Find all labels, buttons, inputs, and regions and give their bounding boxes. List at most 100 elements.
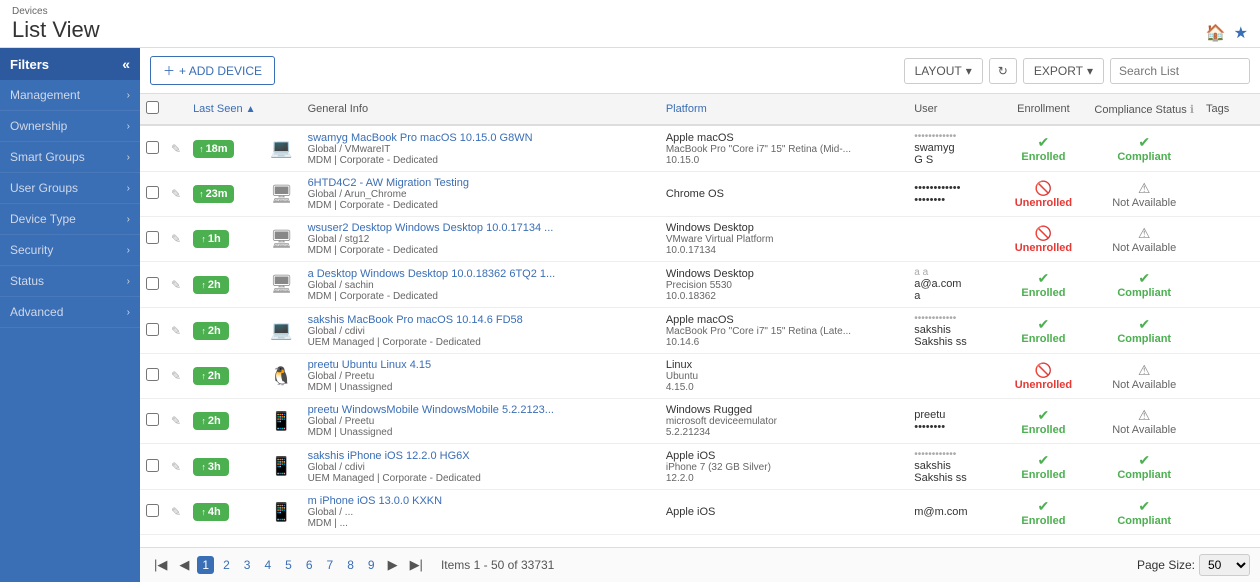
chevron-right-icon: ›: [127, 152, 130, 163]
col-compliance[interactable]: Compliance Status ℹ: [1088, 94, 1200, 125]
row-checkbox[interactable]: [146, 231, 159, 244]
row-checkbox[interactable]: [146, 141, 159, 154]
last-seen-cell: ↑23m: [187, 172, 262, 217]
next-page-button[interactable]: ▶: [384, 555, 402, 575]
first-page-button[interactable]: |◀: [150, 555, 171, 575]
col-enrollment[interactable]: Enrollment: [998, 94, 1088, 125]
chevron-down-icon: ▾: [966, 64, 972, 78]
row-checkbox-cell[interactable]: [140, 217, 165, 262]
page-5-button[interactable]: 5: [280, 556, 297, 574]
page-6-button[interactable]: 6: [301, 556, 318, 574]
device-name-link[interactable]: 6HTD4C2 - AW Migration Testing: [308, 177, 469, 189]
prev-page-button[interactable]: ◀: [175, 555, 193, 575]
col-tags[interactable]: Tags: [1200, 94, 1260, 125]
platform-version: 5.2.21234: [666, 427, 902, 438]
platform-cell: Apple macOS MacBook Pro "Core i7" 15" Re…: [660, 125, 908, 172]
edit-icon[interactable]: ✎: [171, 187, 181, 201]
device-name-link[interactable]: preetu Ubuntu Linux 4.15: [308, 359, 432, 371]
page-8-button[interactable]: 8: [342, 556, 359, 574]
edit-icon[interactable]: ✎: [171, 232, 181, 246]
add-device-button[interactable]: ＋ + ADD DEVICE: [150, 56, 275, 85]
sidebar-item-advanced[interactable]: Advanced ›: [0, 297, 140, 328]
sidebar-item-ownership[interactable]: Ownership ›: [0, 111, 140, 142]
row-checkbox[interactable]: [146, 277, 159, 290]
home-icon[interactable]: 🏠: [1206, 23, 1226, 43]
row-checkbox-cell[interactable]: [140, 308, 165, 354]
last-page-button[interactable]: ▶|: [406, 555, 427, 575]
device-name-link[interactable]: m iPhone iOS 13.0.0 KXKN: [308, 495, 443, 507]
device-type-icon: 💻: [268, 135, 296, 163]
star-icon[interactable]: ★: [1234, 23, 1248, 43]
sidebar-header[interactable]: Filters «: [0, 48, 140, 80]
row-checkbox[interactable]: [146, 368, 159, 381]
sidebar-item-user-groups[interactable]: User Groups ›: [0, 173, 140, 204]
row-checkbox-cell[interactable]: [140, 262, 165, 308]
search-input[interactable]: [1110, 58, 1250, 84]
device-name-link[interactable]: a Desktop Windows Desktop 10.0.18362 6TQ…: [308, 268, 556, 280]
sidebar-item-security[interactable]: Security ›: [0, 235, 140, 266]
col-user[interactable]: User: [908, 94, 998, 125]
enrollment-cell: ✔ Enrolled: [998, 308, 1088, 354]
device-type-icon: 📱: [268, 407, 296, 435]
row-checkbox[interactable]: [146, 186, 159, 199]
device-name-link[interactable]: preetu WindowsMobile WindowsMobile 5.2.2…: [308, 404, 554, 416]
edit-icon[interactable]: ✎: [171, 414, 181, 428]
row-checkbox-cell[interactable]: [140, 172, 165, 217]
device-group: Global / Arun_Chrome: [308, 189, 654, 200]
col-platform[interactable]: Platform: [660, 94, 908, 125]
page-2-button[interactable]: 2: [218, 556, 235, 574]
page-3-button[interactable]: 3: [239, 556, 256, 574]
edit-icon[interactable]: ✎: [171, 505, 181, 519]
row-checkbox-cell[interactable]: [140, 125, 165, 172]
select-all-checkbox[interactable]: [146, 101, 159, 114]
row-checkbox[interactable]: [146, 504, 159, 517]
general-info-cell: m iPhone iOS 13.0.0 KXKN Global / ... MD…: [302, 490, 660, 535]
page-4-button[interactable]: 4: [259, 556, 276, 574]
device-name-link[interactable]: sakshis MacBook Pro macOS 10.14.6 FD58: [308, 314, 523, 326]
layout-button[interactable]: LAYOUT ▾: [904, 58, 983, 84]
page-1-button[interactable]: 1: [197, 556, 214, 574]
row-checkbox[interactable]: [146, 413, 159, 426]
row-checkbox-cell[interactable]: [140, 399, 165, 444]
device-name-link[interactable]: wsuser2 Desktop Windows Desktop 10.0.171…: [308, 222, 554, 234]
page-7-button[interactable]: 7: [322, 556, 339, 574]
compliance-cell: ⚠ Not Available: [1088, 217, 1200, 262]
time-arrow-icon: ↑: [199, 189, 204, 199]
edit-icon[interactable]: ✎: [171, 324, 181, 338]
user-email: a a: [914, 267, 992, 278]
row-checkbox-cell[interactable]: [140, 354, 165, 399]
col-last-seen[interactable]: Last Seen ▲: [187, 94, 262, 125]
edit-icon[interactable]: ✎: [171, 142, 181, 156]
time-badge: ↑18m: [193, 140, 234, 158]
platform-version: 12.2.0: [666, 473, 902, 484]
sidebar-item-device-type[interactable]: Device Type ›: [0, 204, 140, 235]
compliance-cell: ⚠ Not Available: [1088, 354, 1200, 399]
enrollment-cell: ✔ Enrolled: [998, 399, 1088, 444]
enrollment-status: Enrolled: [1004, 515, 1082, 527]
row-checkbox-cell[interactable]: [140, 444, 165, 490]
edit-icon[interactable]: ✎: [171, 369, 181, 383]
device-name-link[interactable]: sakshis iPhone iOS 12.2.0 HG6X: [308, 450, 470, 462]
col-select-all[interactable]: [140, 94, 165, 125]
edit-icon[interactable]: ✎: [171, 460, 181, 474]
export-button[interactable]: EXPORT ▾: [1023, 58, 1104, 84]
refresh-button[interactable]: ↻: [989, 58, 1017, 84]
platform-name: Windows Rugged: [666, 404, 902, 416]
platform-cell: Windows Desktop VMware Virtual Platform …: [660, 217, 908, 262]
time-badge: ↑2h: [193, 276, 229, 294]
col-general-info[interactable]: General Info: [302, 94, 660, 125]
edit-icon[interactable]: ✎: [171, 278, 181, 292]
sidebar-item-status[interactable]: Status ›: [0, 266, 140, 297]
sidebar-item-management[interactable]: Management ›: [0, 80, 140, 111]
last-seen-cell: ↑2h: [187, 262, 262, 308]
row-checkbox-cell[interactable]: [140, 490, 165, 535]
page-9-button[interactable]: 9: [363, 556, 380, 574]
row-checkbox[interactable]: [146, 323, 159, 336]
page-size-select[interactable]: 50 25 100: [1199, 554, 1250, 576]
sidebar-item-smart-groups[interactable]: Smart Groups ›: [0, 142, 140, 173]
last-seen-cell: ↑3h: [187, 444, 262, 490]
last-seen-cell: ↑18m: [187, 125, 262, 172]
device-name-link[interactable]: swamyg MacBook Pro macOS 10.15.0 G8WN: [308, 132, 533, 144]
sidebar-collapse-icon[interactable]: «: [122, 56, 130, 72]
row-checkbox[interactable]: [146, 459, 159, 472]
